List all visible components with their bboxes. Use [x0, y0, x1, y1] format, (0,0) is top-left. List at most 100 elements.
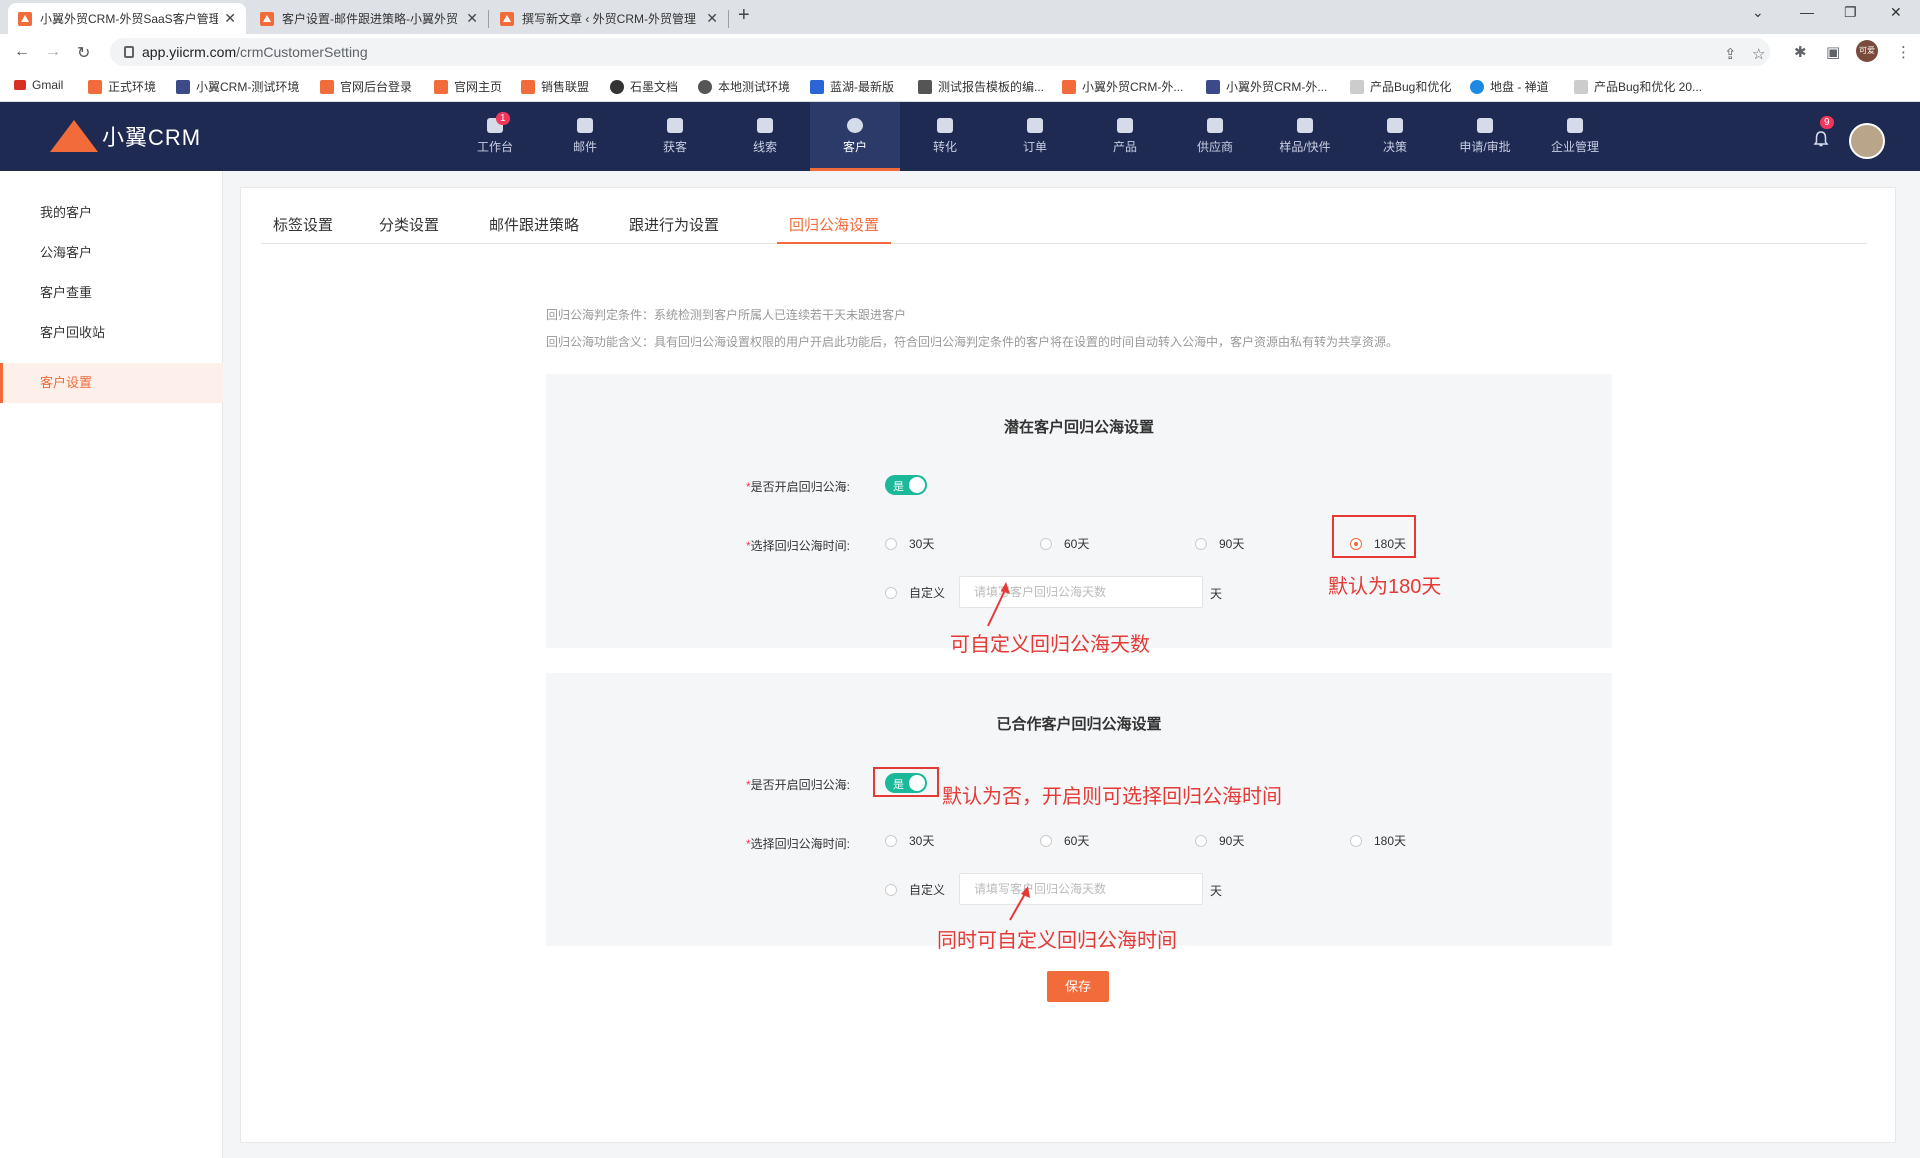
close-tab-icon[interactable]: ✕	[706, 10, 718, 27]
nav-enterprise[interactable]: 企业管理	[1530, 102, 1620, 171]
bookmark-item[interactable]: 蓝湖-最新版	[810, 78, 894, 95]
star-icon[interactable]: ☆	[1752, 45, 1765, 63]
bookmark-item[interactable]: 产品Bug和优化 20...	[1574, 78, 1702, 95]
bookmark-item[interactable]: 地盘 - 禅道	[1470, 78, 1549, 95]
restore-icon[interactable]: ❐	[1844, 4, 1857, 21]
nav-samples[interactable]: 样品/快件	[1260, 102, 1350, 171]
app-logo[interactable]: 小翼CRM	[50, 120, 201, 152]
tab-tag-settings[interactable]: 标签设置	[269, 214, 337, 235]
nav-decisions[interactable]: 决策	[1350, 102, 1440, 171]
tab-divider	[728, 10, 729, 28]
bookmark-favicon-icon	[434, 79, 448, 94]
option-custom[interactable]: 自定义	[885, 881, 945, 898]
bookmark-item[interactable]: 官网后台登录	[320, 78, 412, 95]
tab-search-icon[interactable]: ⌄	[1752, 4, 1764, 21]
back-icon[interactable]: ←	[14, 43, 30, 61]
bookmark-item[interactable]: 测试报告模板的编...	[918, 78, 1044, 95]
sidebar-item-my-customers[interactable]: 我的客户	[0, 193, 223, 233]
browser-tab[interactable]: 小翼外贸CRM-外贸SaaS客户管理 ✕	[8, 3, 246, 34]
option-custom[interactable]: 自定义	[885, 584, 945, 601]
bookmark-favicon-icon	[176, 79, 190, 94]
bookmark-favicon-icon	[1206, 79, 1220, 94]
sidebar-item-customer-settings[interactable]: 客户设置	[0, 363, 223, 403]
tab-category-settings[interactable]: 分类设置	[375, 214, 443, 235]
nav-products[interactable]: 产品	[1080, 102, 1170, 171]
app-header: 小翼CRM 工作台 1 邮件 获客 线索 客户 转化 订单 产品 供应商 样品/快…	[0, 102, 1920, 171]
days-unit: 天	[1210, 587, 1223, 601]
chart-icon	[1387, 118, 1403, 133]
nav-customers[interactable]: 客户	[810, 102, 900, 171]
option-90-days[interactable]: 90天	[1195, 832, 1244, 849]
close-window-icon[interactable]: ✕	[1890, 4, 1902, 21]
share-icon[interactable]: ⇪	[1724, 45, 1737, 63]
bookmark-item[interactable]: 官网主页	[434, 78, 502, 95]
minimize-icon[interactable]: —	[1800, 4, 1814, 20]
bookmark-item[interactable]: 产品Bug和优化	[1350, 78, 1451, 95]
tab-followup-behavior[interactable]: 跟进行为设置	[625, 214, 723, 235]
tab-return-public-pool[interactable]: 回归公海设置	[776, 214, 892, 244]
annotation-custom-time: 同时可自定义回归公海时间	[937, 930, 1177, 952]
panel-title: 已合作客户回归公海设置	[996, 716, 1162, 733]
bookmark-favicon-icon	[810, 79, 824, 94]
bookmark-favicon-icon	[1470, 79, 1484, 94]
enable-label: *是否开启回归公海:	[746, 480, 851, 494]
bookmark-item[interactable]: 小翼CRM-测试环境	[176, 78, 299, 95]
annotation-box-toggle	[873, 767, 939, 797]
nav-conversion[interactable]: 转化	[900, 102, 990, 171]
nav-orders[interactable]: 订单	[990, 102, 1080, 171]
option-60-days[interactable]: 60天	[1040, 832, 1089, 849]
bookmark-item[interactable]: 本地测试环境	[698, 78, 790, 95]
option-60-days[interactable]: 60天	[1040, 535, 1089, 552]
bookmark-item[interactable]: 正式环境	[88, 78, 156, 95]
main-nav: 工作台 1 邮件 获客 线索 客户 转化 订单 产品 供应商 样品/快件 决策 申…	[450, 102, 1620, 171]
gmail-icon	[14, 80, 26, 90]
bookmark-item[interactable]: 小翼外贸CRM-外...	[1062, 78, 1183, 95]
browser-tab-title: 撰写新文章 ‹ 外贸CRM-外贸管理	[522, 12, 696, 26]
site-favicon-icon	[260, 11, 274, 26]
profile-avatar[interactable]: 可爱	[1856, 40, 1878, 62]
browser-tab[interactable]: 撰写新文章 ‹ 外贸CRM-外贸管理 ✕	[490, 3, 728, 34]
browser-tab[interactable]: 客户设置-邮件跟进策略-小翼外贸 ✕	[250, 3, 488, 34]
globe-icon	[698, 79, 712, 94]
new-tab-button[interactable]: +	[738, 4, 750, 27]
option-180-days[interactable]: 180天	[1350, 832, 1406, 849]
sidebar-item-public-customers[interactable]: 公海客户	[0, 233, 223, 273]
close-tab-icon[interactable]: ✕	[224, 10, 236, 27]
bookmark-item[interactable]: Gmail	[14, 78, 63, 92]
save-button[interactable]: 保存	[1047, 971, 1109, 1002]
side-panel-icon[interactable]: ▣	[1826, 43, 1840, 61]
option-90-days[interactable]: 90天	[1195, 535, 1244, 552]
close-tab-icon[interactable]: ✕	[466, 10, 478, 27]
sidebar-item-recycle-bin[interactable]: 客户回收站	[0, 313, 223, 353]
option-30-days[interactable]: 30天	[885, 832, 934, 849]
nav-mail[interactable]: 邮件	[540, 102, 630, 171]
bell-icon[interactable]	[1812, 130, 1830, 148]
bookmark-item[interactable]: 石墨文档	[610, 78, 678, 95]
bell-badge: 9	[1820, 116, 1834, 129]
reload-icon[interactable]: ↻	[77, 43, 90, 63]
enable-toggle[interactable]: 是	[885, 475, 927, 495]
bookmarks-bar: Gmail 正式环境 小翼CRM-测试环境 官网后台登录 官网主页 销售联盟 石…	[0, 71, 1920, 102]
annotation-default-180: 默认为180天	[1328, 576, 1442, 598]
nav-suppliers[interactable]: 供应商	[1170, 102, 1260, 171]
option-30-days[interactable]: 30天	[885, 535, 934, 552]
user-avatar[interactable]	[1849, 123, 1885, 159]
extensions-icon[interactable]: ✱	[1794, 43, 1807, 61]
tab-mail-strategy[interactable]: 邮件跟进策略	[485, 214, 583, 235]
product-icon	[1117, 118, 1133, 133]
custom-days-input[interactable]: 请填写客户回归公海天数	[959, 873, 1203, 905]
tab-divider	[488, 10, 489, 28]
nav-workbench[interactable]: 工作台 1	[450, 102, 540, 171]
sidebar-item-duplicate-check[interactable]: 客户查重	[0, 273, 223, 313]
nav-approvals[interactable]: 申请/审批	[1440, 102, 1530, 171]
forward-icon[interactable]: →	[45, 43, 61, 61]
menu-icon[interactable]: ⋮	[1896, 43, 1911, 61]
nav-acquire[interactable]: 获客	[630, 102, 720, 171]
nav-leads[interactable]: 线索	[720, 102, 810, 171]
time-label: *选择回归公海时间:	[746, 837, 851, 851]
address-bar[interactable]: app.yiicrm.com/crmCustomerSetting ⇪ ☆	[110, 38, 1770, 66]
lock-icon	[124, 46, 134, 58]
bookmark-item[interactable]: 小翼外贸CRM-外...	[1206, 78, 1327, 95]
bookmark-item[interactable]: 销售联盟	[521, 78, 589, 95]
bookmark-favicon-icon	[918, 79, 932, 94]
